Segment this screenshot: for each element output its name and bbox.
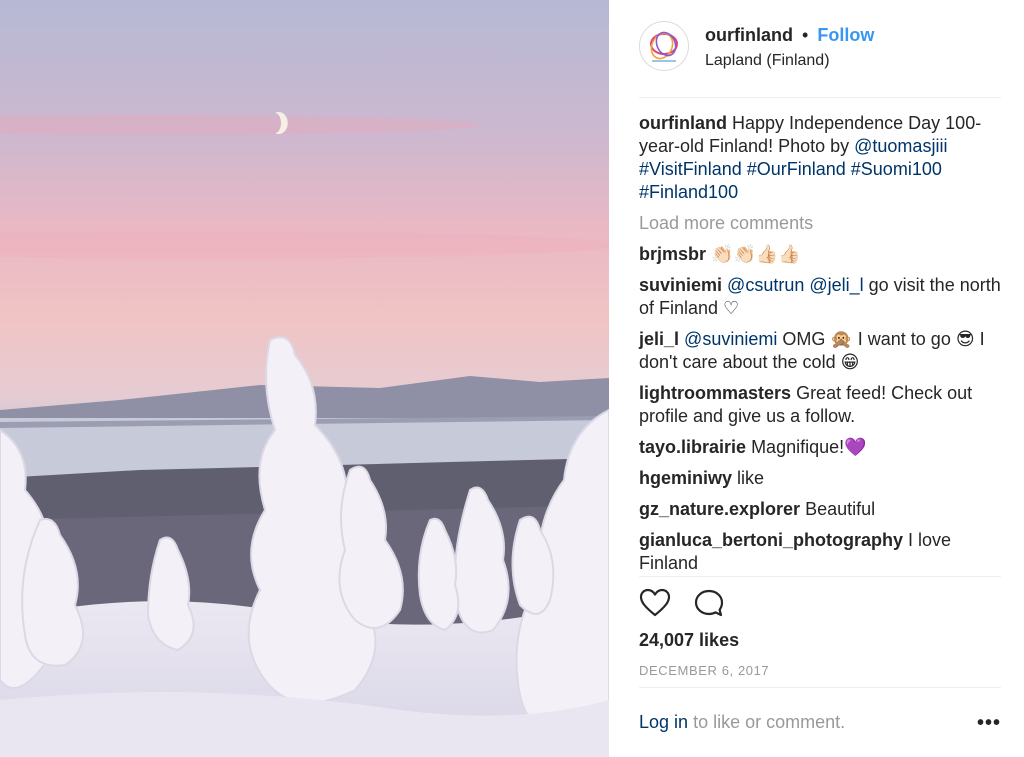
post-location[interactable]: Lapland (Finland) xyxy=(705,52,830,70)
caption-mention[interactable]: @tuomasjiii xyxy=(854,136,947,156)
follow-button[interactable]: Follow xyxy=(817,25,874,45)
caption-author[interactable]: ourfinland xyxy=(639,113,727,133)
separator-dot: • xyxy=(802,25,809,45)
comment-user[interactable]: gz_nature.explorer xyxy=(639,499,800,519)
post-sidebar: ourfinland • Follow Lapland (Finland) ou… xyxy=(609,0,1024,757)
likes-count[interactable]: 24,007 likes xyxy=(639,630,739,651)
comment-user[interactable]: jeli_l xyxy=(639,329,679,349)
divider xyxy=(639,576,1001,577)
post-caption: ourfinland Happy Independence Day 100-ye… xyxy=(639,112,1001,204)
comment-user[interactable]: gianluca_bertoni_photography xyxy=(639,530,903,550)
comment-list: ourfinland Happy Independence Day 100-ye… xyxy=(639,112,1001,583)
comment-text: 👏🏻👏🏻👍🏻👍🏻 xyxy=(711,244,801,264)
post-date: DECEMBER 6, 2017 xyxy=(639,663,770,678)
comment-item: jeli_l @suviniemi OMG 🙊 I want to go 😎 I… xyxy=(639,328,1001,374)
more-options-icon[interactable]: ••• xyxy=(977,712,1001,735)
post-header: ourfinland • Follow Lapland (Finland) xyxy=(639,21,1001,98)
post-photo[interactable] xyxy=(0,0,609,757)
comment-item: hgeminiwy like xyxy=(639,467,1001,490)
comment-mentions[interactable]: @csutrun @jeli_l xyxy=(727,275,864,295)
comment-item: tayo.librairie Magnifique!💜 xyxy=(639,436,1001,459)
heart-icon[interactable] xyxy=(639,588,671,623)
login-prompt: Log in to like or comment. xyxy=(639,712,845,733)
comment-item: lightroommasters Great feed! Check out p… xyxy=(639,382,1001,428)
ourfinland-logo xyxy=(650,31,678,62)
post-username[interactable]: ourfinland xyxy=(705,25,793,45)
comment-user[interactable]: brjmsbr xyxy=(639,244,706,264)
comment-user[interactable]: tayo.librairie xyxy=(639,437,746,457)
comment-text: Beautiful xyxy=(805,499,876,519)
comment-bubble-icon[interactable] xyxy=(693,588,725,623)
avatar[interactable] xyxy=(639,21,689,71)
snowy-lapland-landscape xyxy=(0,0,609,757)
comment-text: Magnifique!💜 xyxy=(751,437,867,457)
comment-user[interactable]: lightroommasters xyxy=(639,383,791,403)
comment-item: brjmsbr 👏🏻👏🏻👍🏻👍🏻 xyxy=(639,243,1001,266)
post-actions xyxy=(639,588,743,622)
login-link[interactable]: Log in xyxy=(639,712,688,732)
comment-item: suviniemi @csutrun @jeli_l go visit the … xyxy=(639,274,1001,320)
comment-user[interactable]: hgeminiwy xyxy=(639,468,732,488)
comment-item: gz_nature.explorer Beautiful xyxy=(639,498,1001,521)
comment-text: like xyxy=(737,468,765,488)
login-prompt-text: to like or comment. xyxy=(693,712,846,732)
header-user-line: ourfinland • Follow xyxy=(705,25,874,46)
comment-mentions[interactable]: @suviniemi xyxy=(684,329,777,349)
comment-item: gianluca_bertoni_photography I love Finl… xyxy=(639,529,1001,575)
caption-hashtags[interactable]: #VisitFinland #OurFinland #Suomi100 #Fin… xyxy=(639,159,942,202)
comment-user[interactable]: suviniemi xyxy=(639,275,722,295)
divider xyxy=(639,687,1001,688)
load-more-comments-button[interactable]: Load more comments xyxy=(639,212,1001,235)
